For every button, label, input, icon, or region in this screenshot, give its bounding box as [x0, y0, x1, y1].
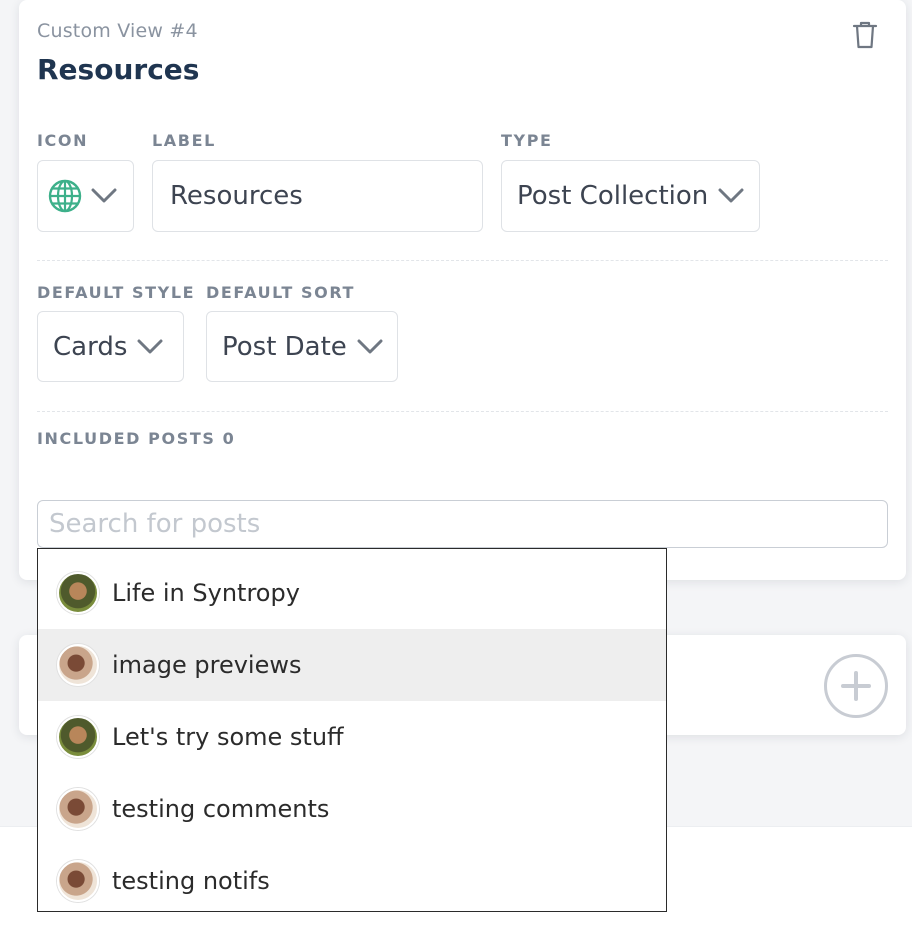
default-style-select[interactable]: Cards — [37, 311, 184, 382]
default-style-label: DEFAULT STYLE — [37, 283, 196, 302]
suggestion-item[interactable]: testing comments — [38, 773, 666, 845]
default-sort-label: DEFAULT SORT — [206, 283, 356, 302]
type-label: TYPE — [501, 131, 553, 150]
avatar — [57, 644, 99, 686]
post-search-input[interactable] — [49, 509, 887, 539]
suggestion-title: testing comments — [112, 795, 330, 823]
page: Custom View #4 Resources ICON LABEL TYPE — [0, 0, 912, 930]
suggestion-title: testing notifs — [112, 867, 270, 895]
suggestion-title: image previews — [112, 651, 302, 679]
chevron-down-icon — [91, 188, 117, 203]
type-select[interactable]: Post Collection — [501, 160, 760, 232]
divider — [37, 411, 888, 412]
chevron-down-icon — [137, 339, 163, 353]
suggestion-item[interactable]: Life in Syntropy — [38, 557, 666, 629]
label-input-value: Resources — [170, 181, 303, 211]
avatar — [57, 716, 99, 758]
label-input[interactable]: Resources — [152, 160, 483, 232]
avatar — [57, 572, 99, 614]
included-posts-label: INCLUDED POSTS 0 — [37, 429, 236, 448]
suggestion-title: Let's try some stuff — [112, 723, 344, 751]
globe-icon — [48, 179, 82, 213]
avatar — [57, 788, 99, 830]
view-title: Resources — [37, 53, 200, 86]
post-search-field[interactable] — [37, 500, 888, 548]
suggestion-item[interactable]: Let's try some stuff — [38, 701, 666, 773]
post-suggestions-dropdown: Life in Syntropy image previews Let's tr… — [37, 548, 667, 912]
chevron-down-icon — [718, 188, 744, 203]
avatar — [57, 860, 99, 902]
suggestion-title: Life in Syntropy — [112, 579, 300, 607]
trash-icon[interactable] — [852, 20, 878, 50]
suggestion-item[interactable]: testing notifs — [38, 845, 666, 917]
default-sort-select[interactable]: Post Date — [206, 311, 398, 382]
chevron-down-icon — [357, 339, 383, 353]
plus-circle-icon[interactable] — [824, 654, 888, 718]
label-label: LABEL — [152, 131, 216, 150]
type-select-value: Post Collection — [517, 181, 709, 211]
custom-view-card: Custom View #4 Resources ICON LABEL TYPE — [19, 0, 906, 580]
icon-select[interactable] — [37, 160, 134, 232]
icon-label: ICON — [37, 131, 89, 150]
default-style-value: Cards — [53, 331, 128, 362]
default-sort-value: Post Date — [222, 331, 347, 362]
divider — [37, 260, 888, 261]
suggestion-item[interactable]: image previews — [38, 629, 666, 701]
view-subtitle: Custom View #4 — [37, 20, 198, 42]
